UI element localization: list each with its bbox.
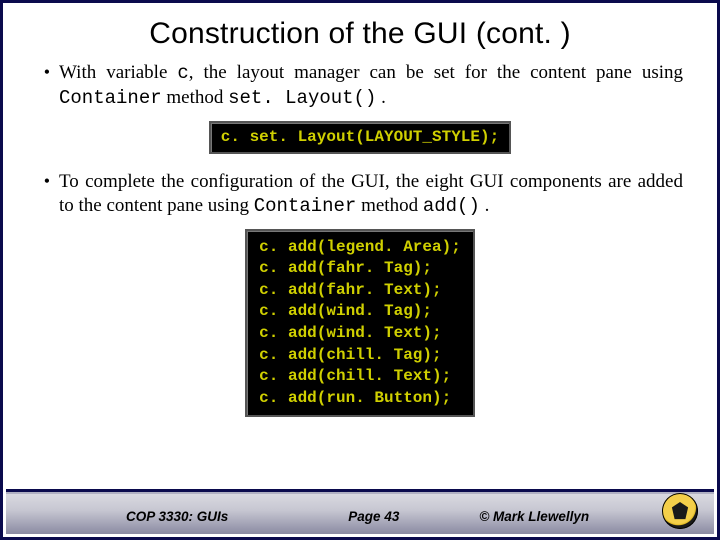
bullet-list: To complete the configuration of the GUI… (37, 170, 683, 219)
inline-code: c (177, 62, 188, 84)
footer-course: COP 3330: GUIs (126, 509, 228, 524)
footer-page: Page 43 (348, 509, 399, 524)
bullet-list: With variable c, the layout manager can … (37, 61, 683, 111)
footer-row: COP 3330: GUIs Page 43 © Mark Llewellyn (6, 509, 714, 524)
inline-code: Container (254, 195, 357, 217)
ucf-logo-icon (662, 493, 698, 529)
inline-code: Container (59, 87, 162, 109)
footer-copyright: © Mark Llewellyn (479, 509, 589, 524)
text: , the layout manager can be set for the … (189, 62, 683, 83)
text: method (356, 195, 423, 216)
slide: Construction of the GUI (cont. ) With va… (0, 0, 720, 540)
code-box-1: c. set. Layout(LAYOUT_STYLE); (209, 121, 511, 155)
bullet-2: To complete the configuration of the GUI… (59, 170, 683, 219)
bullet-1: With variable c, the layout manager can … (59, 61, 683, 111)
inline-code: set. Layout() (228, 87, 376, 109)
text: method (162, 87, 229, 108)
text: . (376, 87, 386, 108)
text: . (480, 195, 490, 216)
slide-content: With variable c, the layout manager can … (3, 61, 717, 417)
inline-code: add() (423, 195, 480, 217)
footer-band: COP 3330: GUIs Page 43 © Mark Llewellyn (6, 492, 714, 534)
code-box-2: c. add(legend. Area); c. add(fahr. Tag);… (245, 229, 475, 418)
slide-title: Construction of the GUI (cont. ) (23, 17, 697, 51)
text: With variable (59, 62, 177, 83)
